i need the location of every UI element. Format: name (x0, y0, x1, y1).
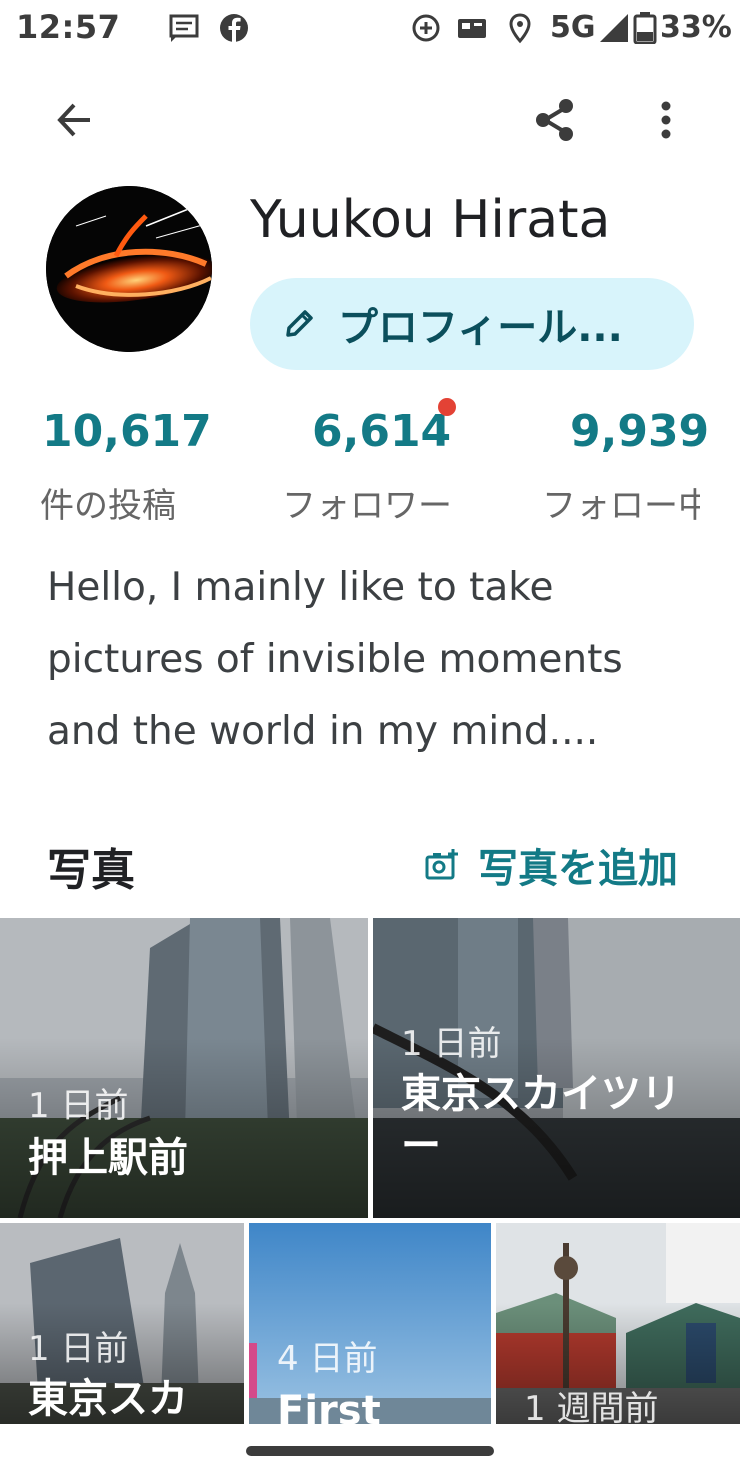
posts-label[interactable]: 件の投稿 (40, 478, 176, 527)
signal-icon (600, 14, 628, 42)
photo-title: First (277, 1388, 381, 1424)
bio-line: and the world in my mind.... (47, 709, 599, 754)
location-pin-icon (509, 13, 531, 44)
photo-title: 東京スカイツリ ー (401, 1068, 681, 1172)
more-options-button[interactable] (638, 92, 694, 148)
photo-title: 東京スカ (28, 1376, 188, 1422)
profile-bio: Hello, I mainly like to take pictures of… (47, 552, 707, 768)
posts-count[interactable]: 10,617 (42, 406, 212, 457)
photo-age: 1 週間前 (524, 1389, 659, 1424)
photo-tile[interactable]: 1 週間前 (496, 1223, 740, 1424)
add-photo-label: 写真を追加 (478, 846, 678, 892)
photos-section-title: 写真 (47, 845, 135, 896)
battery-icon (633, 12, 657, 44)
bio-line: Hello, I mainly like to take (47, 565, 554, 610)
add-circle-icon (412, 14, 440, 42)
avatar[interactable] (46, 186, 212, 352)
profile-name: Yuukou Hirata (250, 190, 611, 250)
message-icon (169, 14, 199, 42)
photo-tile[interactable]: 1 日前 押上駅前 (0, 918, 368, 1218)
share-icon (536, 99, 573, 141)
photo-tile[interactable]: 4 日前 First (249, 1223, 491, 1424)
pencil-icon (286, 310, 313, 337)
add-photo-icon (425, 849, 458, 880)
home-gesture-handle[interactable] (246, 1446, 494, 1456)
share-button[interactable] (527, 92, 583, 148)
card-icon (458, 19, 486, 38)
status-time: 12:57 (16, 8, 121, 46)
back-button[interactable] (46, 92, 102, 148)
facebook-icon (220, 14, 248, 42)
following-count[interactable]: 9,939 (570, 406, 709, 457)
photo-shade (0, 1038, 368, 1218)
following-label[interactable]: フォロー中 (542, 478, 700, 527)
photo-age: 1 日前 (28, 1086, 129, 1126)
followers-count[interactable]: 6,614 (312, 406, 451, 457)
photo-tile[interactable]: 1 日前 東京スカイツリ ー (373, 918, 740, 1218)
edit-profile-button[interactable]: プロフィール... (250, 278, 694, 370)
photo-age: 1 日前 (28, 1329, 129, 1369)
network-type: 5G (550, 10, 596, 45)
bio-line: pictures of invisible moments (47, 637, 623, 682)
photo-age: 1 日前 (401, 1024, 502, 1064)
photo-title: 押上駅前 (28, 1135, 188, 1181)
photo-title-line: ー (401, 1123, 441, 1169)
add-photo-button[interactable]: 写真を追加 (424, 836, 678, 894)
battery-percent: 33% (660, 10, 732, 45)
avatar-image (46, 186, 212, 352)
edit-profile-label: プロフィール... (338, 305, 623, 351)
photo-title-line: 東京スカイツリ (401, 1071, 681, 1117)
arrow-left-icon (57, 103, 90, 137)
status-bar: 12:57 5G 33% (0, 0, 740, 58)
photo-age: 4 日前 (277, 1339, 378, 1379)
photo-tile[interactable]: 1 日前 東京スカ (0, 1223, 244, 1424)
notification-dot (438, 398, 456, 416)
more-vert-icon (661, 101, 671, 139)
followers-label[interactable]: フォロワー (282, 478, 452, 527)
